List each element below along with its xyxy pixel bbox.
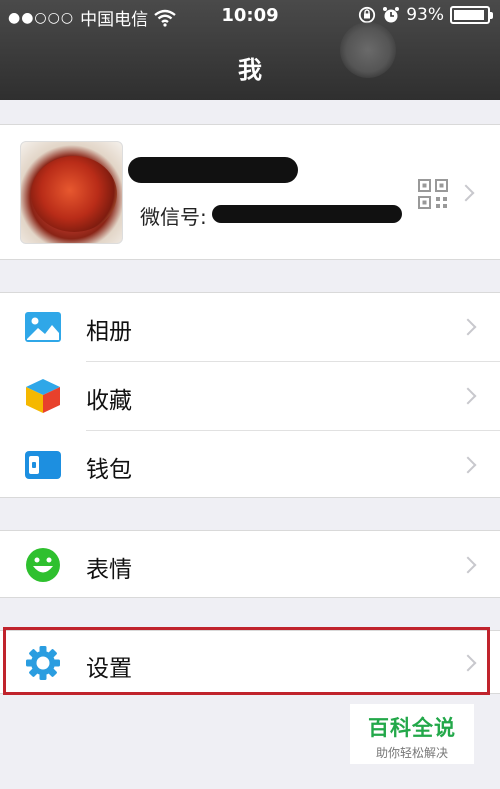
menu-group-1: 相册 收藏 钱包 (0, 292, 500, 498)
avatar-food-image (31, 156, 117, 232)
page-title: 我 (238, 56, 262, 84)
chevron-right-icon (459, 456, 477, 474)
watermark-title: 百科全说 (368, 716, 456, 740)
menu-item-favorites[interactable]: 收藏 (0, 362, 500, 430)
qr-code-icon[interactable] (418, 179, 448, 209)
menu-label-wallet: 钱包 (86, 457, 132, 483)
menu-item-album[interactable]: 相册 (0, 293, 500, 361)
settings-highlight-box (3, 627, 490, 695)
redacted-wechat-id (212, 205, 402, 223)
battery-percent: 93% (406, 5, 444, 25)
menu-group-2: 表情 (0, 530, 500, 598)
chevron-right-icon (459, 318, 477, 336)
watermark-logo: 百科全说 助你轻松解决 (350, 704, 474, 764)
profile-chevron-right-icon (457, 184, 475, 202)
sticker-smiley-icon (26, 548, 60, 582)
favorites-cube-icon (26, 379, 60, 413)
album-icon (25, 312, 61, 342)
menu-item-stickers[interactable]: 表情 (0, 531, 500, 599)
menu-label-stickers: 表情 (86, 557, 132, 583)
menu-label-favorites: 收藏 (86, 388, 132, 414)
alarm-clock-icon (383, 7, 400, 23)
battery-fill (454, 10, 484, 20)
menu-label-album: 相册 (86, 319, 132, 345)
profile-card[interactable]: 微信号: (0, 124, 500, 260)
navigation-header: ●●○○○ 中国电信 10:09 93% 我 (0, 0, 500, 100)
battery-icon (450, 6, 493, 24)
wallet-icon (25, 451, 61, 479)
status-bar: ●●○○○ 中国电信 10:09 93% (0, 0, 500, 32)
status-right: 93% (358, 5, 493, 25)
chevron-right-icon (459, 556, 477, 574)
menu-item-wallet[interactable]: 钱包 (0, 431, 500, 499)
avatar[interactable] (20, 141, 123, 244)
redacted-name (128, 157, 298, 183)
wechat-id-label: 微信号: (140, 205, 207, 229)
chevron-right-icon (459, 387, 477, 405)
watermark-subtitle: 助你轻松解决 (375, 746, 448, 760)
